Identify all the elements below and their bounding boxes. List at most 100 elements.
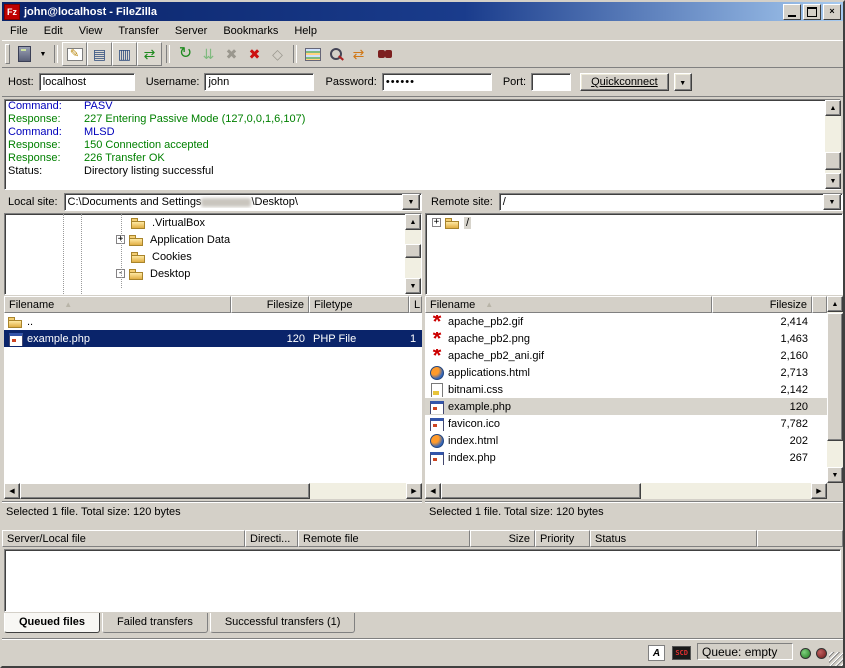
column-filename[interactable]: Filename▲ (425, 296, 712, 313)
tree-item-application-data[interactable]: + Application Data (5, 231, 421, 248)
tree-item-label: Desktop (148, 268, 192, 280)
scroll-right-button[interactable]: ▶ (811, 483, 827, 499)
tab-successful-transfers[interactable]: Successful transfers (1) (210, 613, 356, 633)
scroll-thumb[interactable] (20, 483, 310, 499)
speed-limits-icon[interactable]: SCD (672, 646, 691, 660)
file-row[interactable]: apache_pb2.png 1,463 (425, 330, 827, 347)
toggle-message-log-button[interactable]: ✎ (62, 42, 87, 66)
column-label: Filename (430, 299, 475, 311)
scroll-thumb[interactable] (405, 244, 421, 258)
tab-queued-files[interactable]: Queued files (4, 613, 100, 633)
directory-comparison-button[interactable] (324, 43, 347, 65)
find-files-button[interactable] (370, 43, 393, 65)
local-list-hscrollbar[interactable]: ◀ ▶ (4, 483, 422, 499)
toggle-local-tree-button[interactable]: ▤ (87, 42, 112, 66)
tree-item-virtualbox[interactable]: .VirtualBox (5, 214, 421, 231)
remote-list-hscrollbar[interactable]: ◀ ▶ (425, 483, 827, 499)
local-site-combobox[interactable]: C:\Documents and Settings\Desktop\ ▼ (64, 193, 422, 211)
combo-dropdown-button[interactable]: ▼ (823, 194, 841, 210)
expand-icon[interactable]: + (432, 218, 441, 227)
column-filetype[interactable]: Filetype (309, 296, 409, 313)
host-input[interactable]: localhost (39, 73, 135, 91)
file-row[interactable]: index.html 202 (425, 432, 827, 449)
remote-site-combobox[interactable]: / ▼ (499, 193, 843, 211)
column-status[interactable]: Status (590, 530, 757, 547)
synchronized-browsing-button[interactable]: ⇄ (347, 43, 370, 65)
close-button[interactable]: × (823, 4, 841, 20)
scroll-left-button[interactable]: ◀ (4, 483, 20, 499)
resize-grip[interactable] (829, 652, 843, 666)
scroll-up-button[interactable]: ▲ (827, 296, 843, 312)
refresh-button[interactable]: ↻ (174, 43, 197, 65)
local-status-text: Selected 1 file. Total size: 120 bytes (2, 501, 422, 521)
port-input[interactable] (531, 73, 571, 91)
process-queue-button[interactable]: ⇊ (197, 43, 220, 65)
tree-item-root[interactable]: + / (426, 214, 842, 231)
toggle-remote-tree-button[interactable]: ▥ (112, 42, 137, 66)
menu-file[interactable]: File (2, 23, 36, 39)
combo-dropdown-button[interactable]: ▼ (402, 194, 420, 210)
cancel-operation-button[interactable]: ✖ (220, 43, 243, 65)
column-filename[interactable]: Filename▲ (4, 296, 231, 313)
username-input[interactable]: john (204, 73, 314, 91)
path-before: C:\Documents and Settings (68, 196, 202, 208)
column-label: Remote file (303, 533, 359, 545)
menu-transfer[interactable]: Transfer (110, 23, 167, 39)
column-filesize[interactable]: Filesize (231, 296, 309, 313)
tab-failed-transfers[interactable]: Failed transfers (102, 613, 208, 633)
site-manager-button[interactable] (13, 43, 36, 65)
remote-site-label: Remote site: (425, 196, 499, 208)
column-remote-file[interactable]: Remote file (298, 530, 470, 547)
scroll-up-button[interactable]: ▲ (405, 214, 421, 230)
scroll-down-button[interactable]: ▼ (405, 278, 421, 294)
log-scrollbar[interactable]: ▲ ▼ (825, 100, 841, 189)
file-row[interactable]: bitnami.css 2,142 (425, 381, 827, 398)
minimize-button[interactable] (783, 4, 801, 20)
disconnect-button[interactable]: ✖ (243, 43, 266, 65)
file-row[interactable]: index.php 267 (425, 449, 827, 466)
remote-list-scrollbar[interactable]: ▲ ▼ (827, 296, 843, 483)
tree-item-desktop[interactable]: - Desktop (5, 265, 421, 282)
local-tree-scrollbar[interactable]: ▲ ▼ (405, 214, 421, 294)
column-priority[interactable]: Priority (535, 530, 590, 547)
directory-listing-filters-button[interactable] (301, 43, 324, 65)
menu-help[interactable]: Help (286, 23, 325, 39)
file-row[interactable]: applications.html 2,713 (425, 364, 827, 381)
column-last-modified[interactable]: L (409, 296, 422, 313)
scroll-up-button[interactable]: ▲ (825, 100, 841, 116)
column-size[interactable]: Size (470, 530, 535, 547)
column-direction[interactable]: Directi... (245, 530, 298, 547)
scroll-down-button[interactable]: ▼ (825, 173, 841, 189)
scroll-thumb[interactable] (441, 483, 641, 499)
quickconnect-button[interactable]: Quickconnect (580, 73, 669, 91)
tree-item-cookies[interactable]: Cookies (5, 248, 421, 265)
file-row[interactable]: favicon.ico 7,782 (425, 415, 827, 432)
scroll-thumb[interactable] (825, 152, 841, 170)
reconnect-button[interactable]: ◇ (266, 43, 289, 65)
scroll-down-button[interactable]: ▼ (827, 467, 843, 483)
site-manager-dropdown[interactable]: ▼ (36, 43, 50, 65)
toggle-transfer-queue-button[interactable]: ⇄ (137, 42, 162, 66)
file-row[interactable]: apache_pb2_ani.gif 2,160 (425, 347, 827, 364)
menu-server[interactable]: Server (167, 23, 215, 39)
transfer-queue-list[interactable] (4, 549, 841, 612)
toolbar-grip[interactable] (5, 44, 10, 64)
column-filesize[interactable]: Filesize (712, 296, 812, 313)
scroll-right-button[interactable]: ▶ (406, 483, 422, 499)
scroll-thumb[interactable] (827, 313, 843, 441)
column-server-local-file[interactable]: Server/Local file (2, 530, 245, 547)
scroll-left-button[interactable]: ◀ (425, 483, 441, 499)
file-row-selected[interactable]: example.php 120 (425, 398, 827, 415)
menu-edit[interactable]: Edit (36, 23, 71, 39)
file-row-example-php[interactable]: example.php 120 PHP File 1 (4, 330, 422, 347)
column-filler (757, 530, 843, 547)
maximize-button[interactable] (803, 4, 821, 20)
password-input[interactable]: •••••• (382, 73, 492, 91)
quickconnect-dropdown[interactable]: ▼ (674, 73, 692, 91)
file-row[interactable]: apache_pb2.gif 2,414 (425, 313, 827, 330)
pane-splitter[interactable] (422, 192, 425, 522)
menu-bookmarks[interactable]: Bookmarks (215, 23, 286, 39)
file-row-parent-dir[interactable]: .. (4, 313, 422, 330)
html-file-icon (429, 366, 445, 380)
menu-view[interactable]: View (71, 23, 111, 39)
